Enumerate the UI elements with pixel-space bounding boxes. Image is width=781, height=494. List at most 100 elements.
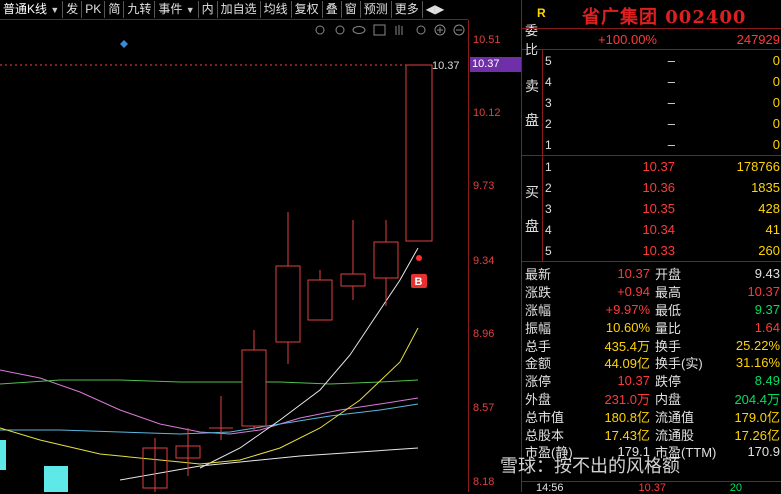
stat-label: 内盘 [655,391,682,407]
toolbar-btn-pk[interactable]: PK [82,1,106,18]
settings-icon[interactable] [315,25,325,35]
stat-value: 44.09亿 [604,356,650,372]
level-price: – [667,53,675,68]
toolbar-btn-add-watchlist[interactable]: 加自选 [218,1,261,18]
expand-panel-icon[interactable]: ◀▶ [423,1,447,18]
tick-price: 10.37 [638,482,666,494]
candle-down [0,440,6,470]
toolbar-btn-nei[interactable]: 内 [199,1,218,18]
tick-row: 14:56 10.37 20 [522,481,781,494]
level-volume: 0 [772,137,780,152]
stat-label: 开盘 [655,267,682,283]
level-volume: 428 [758,201,780,216]
level-number: 3 [545,95,552,110]
order-book-level[interactable]: 3 – 0 [542,92,781,113]
window-icon[interactable] [373,24,386,36]
axis-tick: 9.73 [473,180,495,192]
toolbar-btn-window[interactable]: 窗 [342,1,361,18]
level-number: 1 [545,137,552,152]
order-book-level[interactable]: 5 10.33 260 [542,240,781,261]
toolbar-btn-more[interactable]: 更多 [392,1,423,18]
buy-side-label: 买盘 [522,156,543,261]
level-price: 10.33 [642,243,675,258]
stat-row: 振幅 10.60% 量比 1.64 [522,318,781,336]
loop-icon[interactable] [335,25,345,35]
stat-label: 涨停 [525,374,552,390]
stat-label: 外盘 [525,391,552,407]
level-volume: 178766 [736,159,780,174]
stat-label: 总股本 [525,427,565,443]
stat-value: 170.9 [747,444,780,460]
kline-chart[interactable]: 10.37 B [0,20,468,492]
toolbar-btn-adjust[interactable]: 复权 [292,1,323,18]
toolbar-btn-jian[interactable]: 简 [105,1,125,18]
weibi-volume: 247929 [736,31,780,47]
stat-value: +9.97% [605,301,650,317]
last-price-label: 10.37 [432,60,460,72]
crosshair-icon[interactable] [416,25,426,35]
quote-header: R 省广集团 002400 [522,0,781,29]
stat-value: 10.37 [747,284,780,300]
order-book-level[interactable]: 4 10.34 41 [542,219,781,240]
toolbar-btn-ma[interactable]: 均线 [261,1,292,18]
stat-value: 180.8亿 [604,409,650,425]
xueqiu-watermark: 雪球：按不出的风格额 [500,456,680,476]
candle-up [373,241,399,279]
buy-marker-label: B [415,276,423,288]
candle-up [307,279,333,321]
buy-book: 买盘 1 10.37 178766 2 10.36 1835 3 10.35 428 4 10.34… [522,156,781,262]
level-volume: 0 [772,116,780,131]
hand-icon[interactable] [395,25,403,35]
stat-value: 204.4万 [734,391,780,407]
ma-line-yellow [0,327,419,465]
level-number: 2 [545,116,552,131]
level-number: 2 [545,180,552,195]
order-book-level[interactable]: 2 – 0 [542,113,781,134]
order-book-level[interactable]: 2 10.36 1835 [542,177,781,198]
stat-label: 流通股 [655,427,695,443]
chevron-down-icon[interactable]: ▼ [186,5,195,15]
axis-tick: 10.51 [473,34,501,46]
stat-label: 涨跌 [525,285,552,301]
level-price: – [667,74,675,89]
price-axis: 10.51 10.12 9.73 9.34 8.96 8.57 8.18 [468,20,522,492]
sell-book: 卖盘 5 – 0 4 – 0 3 – 0 2 – 0 1 – 0 [522,50,781,156]
level-number: 5 [545,243,552,258]
candle-limit-up [405,64,433,242]
stat-label: 换手(实) [655,356,703,372]
current-price-flag: 10.37 [470,57,522,72]
stat-value: 179.0亿 [734,409,780,425]
event-diamond-icon[interactable] [120,40,128,48]
level-volume: 260 [758,243,780,258]
toolbar-btn-jiuzhuan[interactable]: 九转 [124,1,156,18]
level-price: – [667,137,675,152]
stat-value: 17.43亿 [604,427,650,443]
toolbar-btn-forecast[interactable]: 预测 [361,1,392,18]
candle-down [44,466,68,492]
stat-row: 金额 44.09亿 换手(实) 31.16% [522,354,781,372]
axis-tick: 9.34 [473,255,495,267]
level-number: 4 [545,222,552,237]
buy-dot [416,255,422,261]
toolbar-btn-events[interactable]: 事件 ▼ [155,1,199,18]
kline-type-selector[interactable]: 普通K线 ▼ [0,1,64,18]
axis-tick: 8.96 [473,328,495,340]
toolbar-btn-fa[interactable]: 发 [63,1,83,18]
level-volume: 0 [772,53,780,68]
order-book-level[interactable]: 1 10.37 178766 [542,156,781,177]
order-book-level[interactable]: 4 – 0 [542,71,781,92]
stat-label: 金额 [525,356,552,372]
chart-tools [315,24,465,36]
order-book-level[interactable]: 5 – 0 [542,50,781,71]
eye-icon[interactable] [352,26,366,34]
stock-title[interactable]: 省广集团 002400 [582,3,746,29]
stat-row: 外盘 231.0万 内盘 204.4万 [522,390,781,408]
order-book-level[interactable]: 1 – 0 [542,134,781,155]
toolbar-btn-overlay[interactable]: 叠 [323,1,342,18]
order-book-level[interactable]: 3 10.35 428 [542,198,781,219]
level-volume: 0 [772,95,780,110]
tick-time: 14:56 [536,482,564,494]
rongzi-badge: R [537,6,546,20]
level-number: 3 [545,201,552,216]
chart-toolbar: 普通K线 ▼ 发 PK 简 九转 事件 ▼ 内 加自选 均线 复权 叠 窗 预测… [0,0,468,20]
